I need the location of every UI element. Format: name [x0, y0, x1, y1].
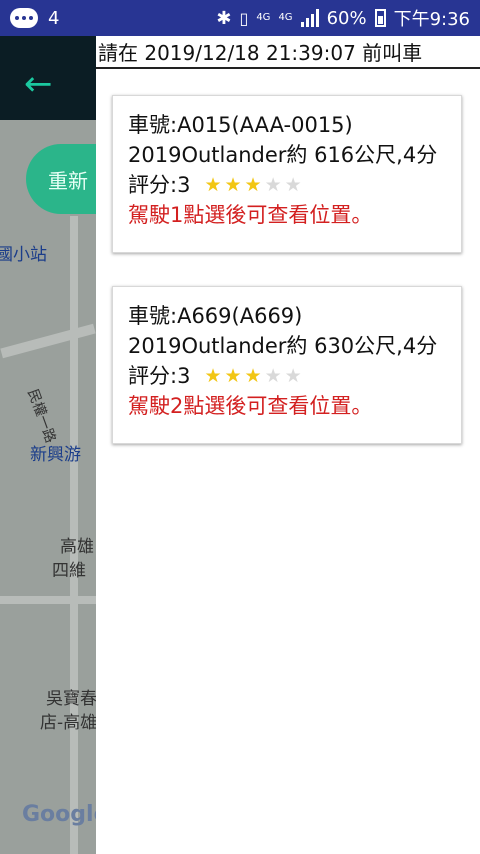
status-bar: 4 ✱ ▯ 4G 4G 60% 下午9:36	[0, 0, 480, 36]
car-info: 2019Outlander約 616公尺,4分	[128, 143, 438, 167]
map-label-road: 民權一路	[24, 387, 59, 446]
car-plate: 車號:A669(A669)	[128, 304, 303, 328]
star-icon: ★	[284, 365, 302, 387]
map-header: ←	[0, 36, 96, 120]
chat-icon	[10, 8, 38, 28]
star-icon: ★	[204, 365, 222, 387]
map-label-kaohsiung: 高雄	[60, 537, 94, 557]
map-label-siwei: 四維	[52, 561, 86, 581]
refresh-button[interactable]: 重新	[26, 144, 96, 214]
panel-title: 請在 2019/12/18 21:39:07 前叫車	[96, 36, 480, 69]
status-left: 4	[10, 8, 59, 29]
car-card[interactable]: 車號:A669(A669) 2019Outlander約 630公尺,4分 評分…	[112, 286, 462, 444]
map-label-station: 國小站	[0, 245, 47, 265]
star-icon: ★	[244, 174, 262, 196]
bluetooth-icon: ✱	[216, 7, 232, 29]
driver-hint: 駕駛2點選後可查看位置。	[128, 394, 373, 418]
map-label-park: 新興游	[30, 445, 81, 465]
car-rating-label: 評分:3	[128, 173, 191, 197]
star-icon: ★	[264, 174, 282, 196]
back-arrow-icon[interactable]: ←	[24, 64, 53, 104]
clock: 下午9:36	[393, 9, 470, 30]
car-info: 2019Outlander約 630公尺,4分	[128, 334, 438, 358]
vibrate-icon: ▯	[239, 8, 249, 28]
network-type-b: 4G	[278, 12, 293, 23]
star-icon: ★	[264, 365, 282, 387]
car-card[interactable]: 車號:A015(AAA-0015) 2019Outlander約 616公尺,4…	[112, 95, 462, 253]
star-icon: ★	[284, 174, 302, 196]
google-logo: Google	[22, 802, 96, 827]
car-rating-row: 評分:3 ★ ★ ★ ★ ★	[128, 170, 461, 200]
car-list-panel: 請在 2019/12/18 21:39:07 前叫車 車號:A015(AAA-0…	[96, 36, 480, 854]
car-plate: 車號:A015(AAA-0015)	[128, 113, 353, 137]
car-rating-row: 評分:3 ★ ★ ★ ★ ★	[128, 361, 461, 391]
rating-stars: ★ ★ ★ ★ ★	[204, 361, 301, 391]
star-icon: ★	[224, 174, 242, 196]
network-type-a: 4G	[256, 12, 271, 23]
driver-hint: 駕駛1點選後可查看位置。	[128, 203, 373, 227]
rating-stars: ★ ★ ★ ★ ★	[204, 170, 301, 200]
map-label-shop: 吳寶春	[46, 689, 96, 709]
car-rating-label: 評分:3	[128, 364, 191, 388]
status-right: ✱ ▯ 4G 4G 60% 下午9:36	[216, 5, 470, 31]
map-street	[0, 596, 96, 604]
battery-percent: 60%	[326, 7, 367, 29]
map-street	[0, 323, 96, 359]
map-view[interactable]: ← 重新 國小站 民權一路 新興游 高雄 四維 吳寶春 店-高雄 Google	[0, 36, 96, 854]
battery-icon	[374, 9, 386, 27]
star-icon: ★	[244, 365, 262, 387]
notification-count: 4	[48, 7, 60, 29]
star-icon: ★	[204, 174, 222, 196]
signal-icon	[300, 9, 319, 27]
star-icon: ★	[224, 365, 242, 387]
map-label-shop-branch: 店-高雄	[40, 713, 96, 733]
